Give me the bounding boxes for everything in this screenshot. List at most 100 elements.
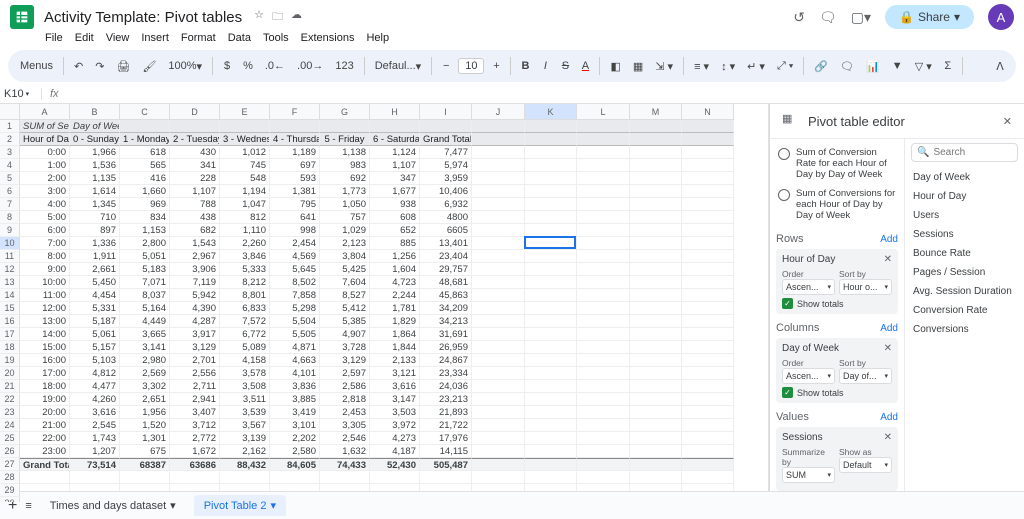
- cell[interactable]: 4,390: [170, 302, 220, 315]
- cell[interactable]: 3,139: [220, 432, 270, 445]
- row-header[interactable]: 5: [0, 172, 20, 185]
- cell[interactable]: 983: [320, 159, 370, 172]
- cell[interactable]: [630, 471, 682, 484]
- cell[interactable]: 24,036: [420, 380, 472, 393]
- dec-decimal-button[interactable]: .0←: [261, 58, 289, 74]
- cell[interactable]: [577, 289, 630, 302]
- cell[interactable]: [577, 393, 630, 406]
- cell[interactable]: 8,212: [220, 276, 270, 289]
- cell[interactable]: [630, 146, 682, 159]
- col-header[interactable]: J: [472, 104, 525, 120]
- cell[interactable]: 4,449: [120, 315, 170, 328]
- share-button[interactable]: 🔒 Share ▾: [885, 5, 974, 29]
- cell[interactable]: [682, 419, 734, 432]
- cell[interactable]: 4,273: [370, 432, 420, 445]
- cell[interactable]: 2,941: [170, 393, 220, 406]
- cell[interactable]: [630, 250, 682, 263]
- menu-file[interactable]: File: [40, 30, 68, 44]
- cell[interactable]: [577, 380, 630, 393]
- cell[interactable]: [525, 172, 577, 185]
- cell[interactable]: 3,804: [320, 250, 370, 263]
- cell[interactable]: 416: [120, 172, 170, 185]
- cell[interactable]: [577, 263, 630, 276]
- col-header[interactable]: F: [270, 104, 320, 120]
- cell[interactable]: 3,616: [70, 406, 120, 419]
- cell[interactable]: [682, 328, 734, 341]
- cell[interactable]: 4 - Thursday: [270, 133, 320, 146]
- cell[interactable]: 1,966: [70, 146, 120, 159]
- cell[interactable]: [682, 432, 734, 445]
- cell[interactable]: 2,202: [270, 432, 320, 445]
- text-color-button[interactable]: A: [577, 58, 593, 74]
- cell[interactable]: 5,157: [70, 341, 120, 354]
- select-all-corner[interactable]: [0, 104, 20, 120]
- cell[interactable]: 3,836: [270, 380, 320, 393]
- cell[interactable]: [472, 341, 525, 354]
- cell[interactable]: [472, 393, 525, 406]
- cell[interactable]: [472, 185, 525, 198]
- cell[interactable]: [525, 185, 577, 198]
- cell[interactable]: 10:00: [20, 276, 70, 289]
- cell[interactable]: 4,260: [70, 393, 120, 406]
- menu-data[interactable]: Data: [223, 30, 256, 44]
- cell[interactable]: 1,864: [370, 328, 420, 341]
- cell[interactable]: [472, 289, 525, 302]
- col-header[interactable]: D: [170, 104, 220, 120]
- cell[interactable]: [170, 471, 220, 484]
- link-button[interactable]: 🔗: [810, 58, 832, 75]
- cell[interactable]: 21,893: [420, 406, 472, 419]
- col-header[interactable]: E: [220, 104, 270, 120]
- sortby-select[interactable]: Day of...▾: [839, 368, 892, 384]
- cell[interactable]: [682, 159, 734, 172]
- cell[interactable]: 63686: [170, 458, 220, 471]
- cell[interactable]: [577, 445, 630, 458]
- row-header[interactable]: 13: [0, 276, 20, 289]
- history-icon[interactable]: ↺: [793, 9, 805, 26]
- cell[interactable]: 885: [370, 237, 420, 250]
- cell[interactable]: 3,129: [170, 341, 220, 354]
- cell[interactable]: [525, 367, 577, 380]
- cell[interactable]: 438: [170, 211, 220, 224]
- row-header[interactable]: 22: [0, 393, 20, 406]
- cell[interactable]: 6 - Saturday: [370, 133, 420, 146]
- filterview-button[interactable]: ▽ ▾: [911, 58, 936, 75]
- cell[interactable]: 228: [170, 172, 220, 185]
- menu-extensions[interactable]: Extensions: [296, 30, 360, 44]
- row-header[interactable]: 24: [0, 419, 20, 432]
- cell[interactable]: 3,141: [120, 341, 170, 354]
- cell[interactable]: [577, 133, 630, 146]
- valign-button[interactable]: ↕ ▾: [717, 58, 739, 75]
- col-header[interactable]: B: [70, 104, 120, 120]
- strike-button[interactable]: S: [557, 58, 573, 74]
- cell[interactable]: 0:00: [20, 146, 70, 159]
- row-header[interactable]: 17: [0, 328, 20, 341]
- cell[interactable]: [630, 432, 682, 445]
- cell[interactable]: 4,663: [270, 354, 320, 367]
- cell[interactable]: 3,567: [220, 419, 270, 432]
- close-editor-button[interactable]: ✕: [1003, 115, 1012, 128]
- cell[interactable]: 3,101: [270, 419, 320, 432]
- cell[interactable]: 74,433: [320, 458, 370, 471]
- cell[interactable]: 23:00: [20, 445, 70, 458]
- field-search[interactable]: 🔍: [911, 143, 1018, 162]
- cell[interactable]: 1,773: [320, 185, 370, 198]
- cell[interactable]: [525, 341, 577, 354]
- field-item[interactable]: Conversions: [911, 320, 1018, 339]
- paint-format-button[interactable]: 🖌: [138, 58, 160, 75]
- font-inc[interactable]: +: [488, 58, 504, 74]
- cell[interactable]: 652: [370, 224, 420, 237]
- cell[interactable]: 4:00: [20, 198, 70, 211]
- cell[interactable]: [682, 172, 734, 185]
- cell[interactable]: [525, 406, 577, 419]
- suggestion-item[interactable]: Sum of Conversion Rate for each Hour of …: [776, 143, 898, 184]
- font-dec[interactable]: −: [438, 58, 454, 74]
- menu-format[interactable]: Format: [176, 30, 221, 44]
- cell[interactable]: [472, 471, 525, 484]
- cell[interactable]: 4,907: [320, 328, 370, 341]
- cell[interactable]: [682, 406, 734, 419]
- row-header[interactable]: 20: [0, 367, 20, 380]
- cell[interactable]: 5,412: [320, 302, 370, 315]
- cell[interactable]: 13,401: [420, 237, 472, 250]
- cell[interactable]: [577, 198, 630, 211]
- cell[interactable]: 2,556: [170, 367, 220, 380]
